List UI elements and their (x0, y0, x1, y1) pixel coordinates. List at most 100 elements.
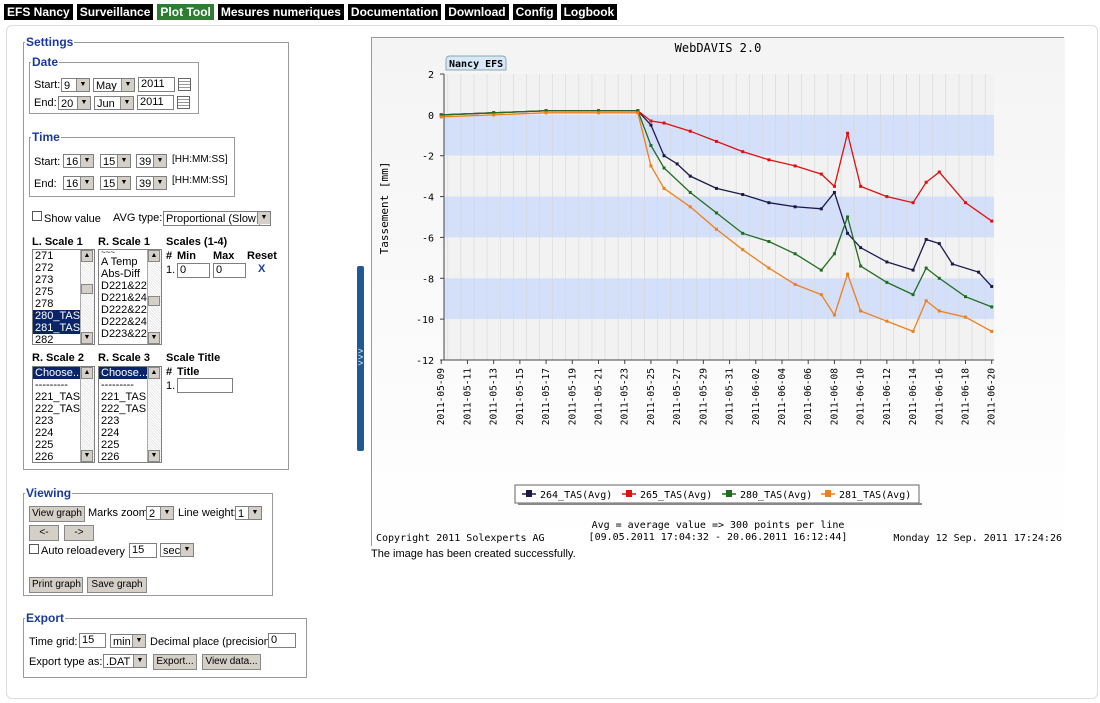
scrollbar[interactable]: ▲ ▼ (147, 367, 161, 462)
data-point (924, 237, 928, 241)
auto-reload-checkbox[interactable] (29, 544, 39, 554)
x-tick-label: 2011-05-31 (725, 368, 736, 425)
show-value-checkbox[interactable] (32, 211, 42, 221)
time-grid-unit-select[interactable]: min ▼ (110, 634, 146, 648)
tab-surveillance[interactable]: Surveillance (76, 4, 154, 20)
data-point (885, 195, 889, 199)
scale-max-field[interactable]: 0 (213, 263, 246, 278)
line-weight-select[interactable]: 1 ▼ (235, 506, 262, 520)
data-point (911, 329, 915, 333)
data-point (859, 264, 863, 268)
calendar-icon[interactable] (178, 78, 191, 91)
collapse-arrows-icon[interactable]: > > > (357, 347, 364, 368)
x-tick-label: 2011-06-04 (777, 368, 788, 425)
tab-documentation[interactable]: Documentation (347, 4, 442, 20)
scroll-thumb[interactable] (81, 284, 93, 294)
end-year-field[interactable]: 2011 (137, 95, 174, 110)
calendar-icon[interactable] (177, 96, 190, 109)
main-nav: EFS Nancy Surveillance Plot Tool Mesures… (4, 4, 618, 20)
data-point (819, 268, 823, 272)
chevron-down-icon: ▼ (153, 155, 166, 167)
tab-config[interactable]: Config (512, 4, 557, 20)
start-hour-select[interactable]: 16 ▼ (63, 154, 94, 168)
data-point (714, 139, 718, 143)
export-legend: Export (26, 611, 65, 625)
chevron-down-icon: ▼ (133, 655, 146, 667)
data-point (741, 231, 745, 235)
end-minute-select[interactable]: 15 ▼ (100, 176, 131, 190)
tab-efs-nancy[interactable]: EFS Nancy (4, 4, 73, 20)
export-type-select[interactable]: .DAT ▼ (103, 654, 147, 668)
view-graph-button[interactable]: View graph (29, 506, 85, 522)
data-point (885, 280, 889, 284)
avg-type-select[interactable]: Proportional (Slow!) ▼ (163, 211, 271, 226)
scroll-up-icon[interactable]: ▲ (81, 250, 93, 262)
save-graph-button[interactable]: Save graph (87, 577, 147, 593)
start-day-select[interactable]: 9 ▼ (61, 78, 90, 92)
end-second-select[interactable]: 39 ▼ (136, 176, 167, 190)
data-point (963, 201, 967, 205)
scroll-down-icon[interactable]: ▼ (81, 450, 93, 462)
tab-plot-tool[interactable]: Plot Tool (157, 4, 214, 20)
data-point (937, 309, 941, 313)
y-tick-label: -6 (422, 233, 434, 244)
scale-reset-link[interactable]: X (258, 263, 265, 275)
marks-zoom-select[interactable]: 2 ▼ (146, 506, 174, 520)
tab-download[interactable]: Download (445, 4, 509, 20)
view-data-button[interactable]: View data... (202, 654, 261, 670)
x-tick-label: 2011-05-23 (620, 368, 631, 425)
chevron-down-icon: ▼ (257, 212, 270, 224)
tab-logbook[interactable]: Logbook (560, 4, 618, 20)
scroll-down-icon[interactable]: ▼ (81, 332, 93, 344)
scrollbar[interactable]: ▲ ▼ (80, 250, 94, 344)
r-scale2-list[interactable]: Choose... --------- 221_TAS 222_TAS 223 … (32, 366, 95, 463)
end-hour-select[interactable]: 16 ▼ (63, 176, 94, 190)
scroll-up-icon[interactable]: ▲ (148, 367, 160, 379)
export-button[interactable]: Export... (153, 654, 197, 670)
y-tick-label: -2 (422, 152, 434, 163)
reload-unit-select[interactable]: sec ▼ (160, 543, 194, 557)
x-tick-label: 2011-05-13 (489, 368, 500, 425)
every-label: every (98, 546, 125, 558)
data-point (662, 121, 666, 125)
scrollbar[interactable]: ▲ ▼ (147, 250, 161, 344)
data-point (649, 164, 653, 168)
data-point (990, 219, 994, 223)
print-graph-button[interactable]: Print graph (29, 577, 83, 593)
scale-title-field[interactable] (177, 378, 233, 393)
data-point (885, 319, 889, 323)
start-month-select[interactable]: May ▼ (93, 78, 135, 92)
chevron-down-icon: ▼ (117, 155, 130, 167)
x-tick-label: 2011-05-15 (515, 368, 526, 425)
auto-reload-label: Auto reload (41, 545, 98, 557)
r-scale3-list[interactable]: Choose... --------- 221_TAS 222_TAS 223 … (98, 366, 162, 463)
y-axis-label: Tassement [mm] (378, 162, 391, 255)
scrollbar[interactable]: ▲ ▼ (80, 367, 94, 462)
time-grid-field[interactable]: 15 (79, 633, 106, 648)
legend-swatch (626, 490, 632, 497)
next-button[interactable]: -> (64, 525, 94, 541)
scroll-down-icon[interactable]: ▼ (148, 450, 160, 462)
data-point (990, 329, 994, 333)
time-start-label: Start: (34, 156, 61, 168)
scale-min-field[interactable]: 0 (177, 263, 210, 278)
scroll-down-icon[interactable]: ▼ (148, 332, 160, 344)
decimal-field[interactable]: 0 (268, 633, 296, 648)
r-scale1-list[interactable]: ~~~ A Temp Abs-Diff D221&222 D221&243 D2… (98, 249, 162, 345)
prev-button[interactable]: <- (29, 525, 59, 541)
scales-col-min: Min (177, 250, 196, 262)
scroll-up-icon[interactable]: ▲ (81, 367, 93, 379)
date-start-label: Start: (34, 79, 61, 91)
tab-mesures-numeriques[interactable]: Mesures numeriques (217, 4, 344, 20)
scroll-up-icon[interactable]: ▲ (148, 250, 160, 262)
scroll-thumb[interactable] (148, 296, 160, 306)
l-scale1-list[interactable]: 271 272 273 275 278 280_TAS 281_TAS 282 … (32, 249, 95, 345)
reload-interval-field[interactable]: 15 (129, 543, 157, 558)
end-day-select[interactable]: 20 ▼ (58, 96, 91, 110)
start-second-select[interactable]: 39 ▼ (136, 154, 167, 168)
data-point (793, 164, 797, 168)
end-month-select[interactable]: Jun ▼ (94, 96, 134, 110)
start-year-field[interactable]: 2011 (138, 77, 175, 92)
data-point (911, 201, 915, 205)
start-minute-select[interactable]: 15 ▼ (100, 154, 131, 168)
